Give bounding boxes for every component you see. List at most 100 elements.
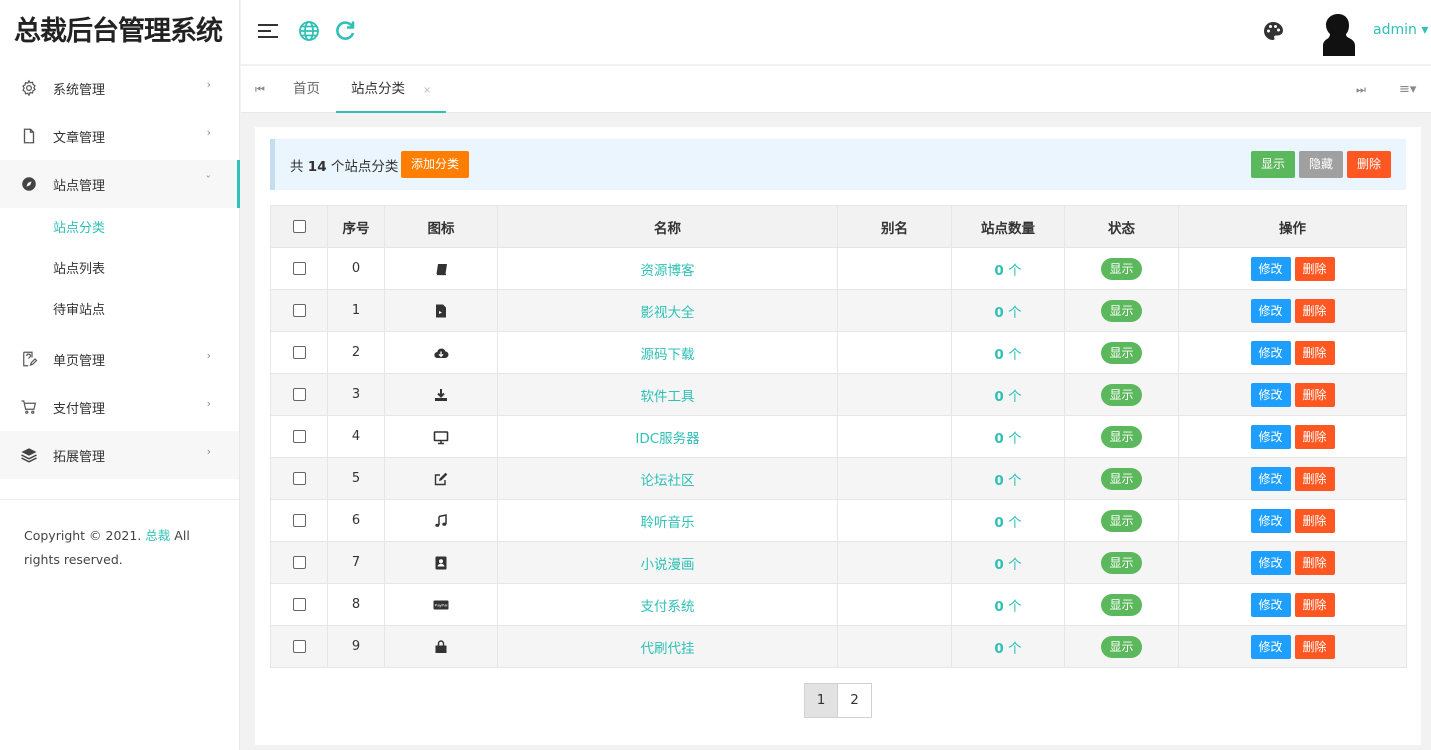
row-status-cell: 显示 (1064, 499, 1179, 542)
tab-prev-icon[interactable]: ⏮ (255, 66, 265, 113)
row-name[interactable]: 代刷代挂 (641, 641, 695, 657)
edit-button[interactable]: 修改 (1250, 382, 1291, 407)
edit-button[interactable]: 修改 (1250, 424, 1291, 449)
tab-site-categories[interactable]: 站点分类 × (336, 66, 447, 113)
paypal-icon: PayPal (433, 600, 449, 609)
edit-button[interactable]: 修改 (1250, 298, 1291, 323)
add-category-button[interactable]: 添加分类 (401, 151, 469, 178)
sidebar-item-system[interactable]: 系统管理 › (0, 64, 239, 112)
document-icon (23, 128, 35, 144)
delete-button[interactable]: 删除 (1294, 592, 1335, 617)
tab-home[interactable]: 首页 (293, 66, 320, 113)
content-card: 共 14 个站点分类 添加分类 显示 隐藏 删除 序号 图标 名称 别名 站点数… (255, 127, 1421, 745)
delete-button[interactable]: 删除 (1294, 382, 1335, 407)
delete-button[interactable]: 删除 (1294, 550, 1335, 575)
bulk-show-button[interactable]: 显示 (1251, 151, 1295, 178)
row-checkbox[interactable] (292, 304, 306, 317)
select-all-checkbox[interactable] (292, 220, 306, 233)
tab-label: 站点分类 (351, 81, 405, 97)
bulk-hide-button[interactable]: 隐藏 (1299, 151, 1343, 178)
row-name[interactable]: 资源博客 (641, 263, 695, 279)
row-checkbox[interactable] (292, 514, 306, 527)
page-2-button[interactable]: 2 (838, 683, 872, 718)
palette-icon[interactable] (1260, 18, 1286, 44)
row-name[interactable]: 论坛社区 (641, 473, 695, 489)
header-alias: 别名 (837, 205, 952, 248)
sidebar-subitem-pending-sites[interactable]: 待审站点 (0, 290, 239, 331)
refresh-icon[interactable] (332, 18, 358, 44)
row-checkbox[interactable] (292, 262, 306, 275)
row-alias (837, 373, 952, 416)
row-name[interactable]: 支付系统 (641, 599, 695, 615)
row-id: 6 (327, 499, 385, 542)
globe-icon[interactable] (296, 18, 322, 44)
row-checkbox[interactable] (292, 346, 306, 359)
delete-button[interactable]: 删除 (1294, 256, 1335, 281)
status-badge[interactable]: 显示 (1101, 299, 1142, 322)
edit-button[interactable]: 修改 (1250, 256, 1291, 281)
tab-close-icon[interactable]: × (423, 85, 431, 96)
row-checkbox[interactable] (292, 430, 306, 443)
copyright-link[interactable]: 总裁 (145, 528, 170, 543)
row-site-count-cell: 0 个 (951, 583, 1065, 626)
sidebar-item-articles[interactable]: 文章管理 › (0, 112, 239, 160)
status-badge[interactable]: 显示 (1101, 341, 1142, 364)
row-select-cell (270, 331, 328, 374)
row-name[interactable]: 源码下载 (641, 347, 695, 363)
delete-button[interactable]: 删除 (1294, 424, 1335, 449)
row-site-count: 0 (994, 514, 1004, 531)
summary-bar: 共 14 个站点分类 添加分类 显示 隐藏 删除 (270, 139, 1406, 190)
edit-button[interactable]: 修改 (1250, 592, 1291, 617)
row-site-count-unit: 个 (1008, 430, 1022, 447)
bulk-delete-button[interactable]: 删除 (1347, 151, 1391, 178)
row-site-count-unit: 个 (1008, 472, 1022, 489)
sidebar-subitem-site-list[interactable]: 站点列表 (0, 249, 239, 290)
row-alias (837, 415, 952, 458)
row-name[interactable]: IDC服务器 (635, 431, 699, 447)
sidebar-item-payments[interactable]: 支付管理 › (0, 383, 239, 431)
row-site-count: 0 (994, 640, 1004, 657)
row-checkbox[interactable] (292, 472, 306, 485)
sidebar-subitem-site-categories[interactable]: 站点分类 (0, 208, 239, 249)
edit-button[interactable]: 修改 (1250, 634, 1291, 659)
status-badge[interactable]: 显示 (1101, 593, 1142, 616)
row-alias (837, 247, 952, 290)
row-name[interactable]: 小说漫画 (641, 557, 695, 573)
edit-button[interactable]: 修改 (1250, 340, 1291, 365)
delete-button[interactable]: 删除 (1294, 508, 1335, 533)
user-menu[interactable]: admin ▾ (1373, 22, 1428, 38)
row-actions-cell: 修改 删除 (1178, 331, 1407, 374)
page-1-button[interactable]: 1 (804, 683, 838, 718)
row-icon-cell (384, 625, 498, 668)
sidebar-item-pages[interactable]: 单页管理 › (0, 335, 239, 383)
edit-button[interactable]: 修改 (1250, 466, 1291, 491)
delete-button[interactable]: 删除 (1294, 340, 1335, 365)
row-name[interactable]: 软件工具 (641, 389, 695, 405)
status-badge[interactable]: 显示 (1101, 383, 1142, 406)
avatar[interactable] (1318, 12, 1358, 56)
row-actions-cell: 修改 删除 (1178, 583, 1407, 626)
row-checkbox[interactable] (292, 556, 306, 569)
delete-button[interactable]: 删除 (1294, 298, 1335, 323)
row-checkbox[interactable] (292, 640, 306, 653)
row-checkbox[interactable] (292, 388, 306, 401)
sidebar-item-sites[interactable]: 站点管理 ˇ (0, 160, 240, 208)
row-name[interactable]: 影视大全 (641, 305, 695, 321)
edit-button[interactable]: 修改 (1250, 550, 1291, 575)
status-badge[interactable]: 显示 (1101, 635, 1142, 658)
row-name[interactable]: 聆听音乐 (641, 515, 695, 531)
status-badge[interactable]: 显示 (1101, 425, 1142, 448)
status-badge[interactable]: 显示 (1101, 551, 1142, 574)
status-badge[interactable]: 显示 (1101, 467, 1142, 490)
edit-button[interactable]: 修改 (1250, 508, 1291, 533)
delete-button[interactable]: 删除 (1294, 466, 1335, 491)
status-badge[interactable]: 显示 (1101, 257, 1142, 280)
sidebar-item-extensions[interactable]: 拓展管理 › (0, 431, 239, 479)
delete-button[interactable]: 删除 (1294, 634, 1335, 659)
menu-fold-icon[interactable] (255, 18, 281, 44)
compass-icon (22, 177, 36, 191)
status-badge[interactable]: 显示 (1101, 509, 1142, 532)
row-checkbox[interactable] (292, 598, 306, 611)
tab-next-icon[interactable]: ⏭ (1356, 66, 1366, 113)
tab-more-icon[interactable]: ≡▾ (1399, 66, 1416, 113)
